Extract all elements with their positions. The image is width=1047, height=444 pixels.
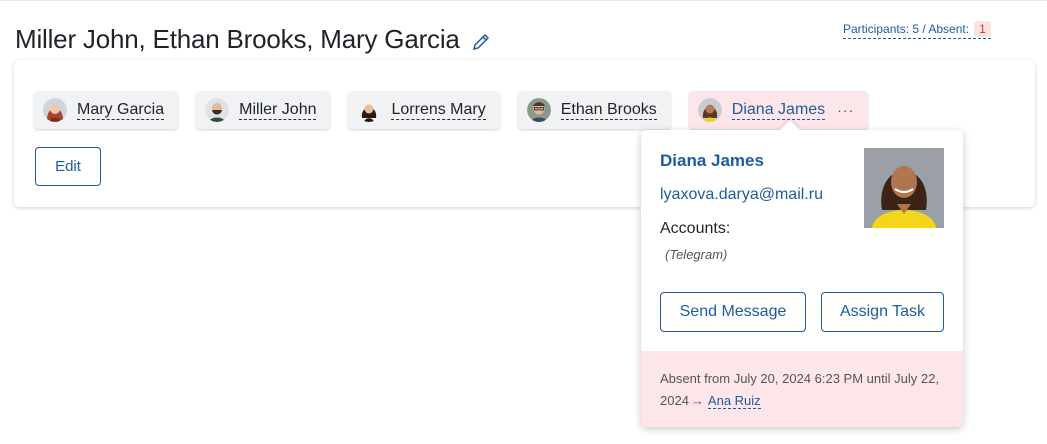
- absent-count-badge: 1: [974, 21, 991, 37]
- avatar-man-glasses-icon: [526, 98, 551, 122]
- page-title: Miller John, Ethan Brooks, Mary Garcia: [15, 24, 492, 55]
- participant-name: Lorrens Mary: [391, 100, 486, 120]
- participant-name: Ethan Brooks: [560, 100, 657, 120]
- edit-button[interactable]: Edit: [35, 147, 101, 186]
- popup-user-name[interactable]: Diana James: [660, 151, 764, 171]
- participant-chip[interactable]: Mary Garcia: [34, 91, 179, 129]
- participants-label: Participants: 5 / Absent:: [843, 22, 970, 36]
- chat-title: Miller John, Ethan Brooks, Mary Garcia: [15, 24, 460, 54]
- participant-chip-selected[interactable]: Diana James ···: [688, 91, 869, 129]
- avatar-woman-yellow-icon: [697, 98, 722, 122]
- avatar-woman-curly-hair-icon: [357, 98, 382, 122]
- participants-counter[interactable]: Participants: 5 / Absent: 1: [843, 21, 991, 39]
- popup-telegram-account: (Telegram): [665, 247, 728, 262]
- avatar-woman-red-hair-icon: [43, 98, 67, 122]
- participant-chip[interactable]: Ethan Brooks: [517, 91, 671, 129]
- user-popup: Diana James lyaxova.darya@mail.ru Accoun…: [641, 130, 963, 427]
- send-message-button[interactable]: Send Message: [660, 292, 806, 332]
- participant-list: Mary Garcia Miller John Lorrens Mary Eth…: [34, 91, 886, 129]
- participant-chip[interactable]: Lorrens Mary: [348, 91, 500, 129]
- popup-email-link[interactable]: lyaxova.darya@mail.ru: [660, 186, 823, 204]
- participant-name: Mary Garcia: [77, 100, 165, 120]
- assign-task-button[interactable]: Assign Task: [821, 292, 944, 332]
- avatar-man-beard-icon: [205, 98, 230, 122]
- popup-accounts-label: Accounts:: [660, 220, 731, 237]
- top-divider: [0, 0, 1047, 3]
- more-icon[interactable]: ···: [837, 102, 854, 118]
- arrow-right-icon: →: [690, 393, 704, 408]
- participant-name: Diana James: [731, 100, 826, 120]
- participant-name: Miller John: [239, 100, 317, 120]
- absence-notice: Absent from July 20, 2024 6:23 PM until …: [641, 351, 963, 427]
- participant-chip[interactable]: Miller John: [196, 91, 331, 129]
- deputy-link[interactable]: Ana Ruiz: [707, 393, 761, 409]
- user-photo: [864, 148, 944, 228]
- pencil-icon[interactable]: [470, 29, 492, 51]
